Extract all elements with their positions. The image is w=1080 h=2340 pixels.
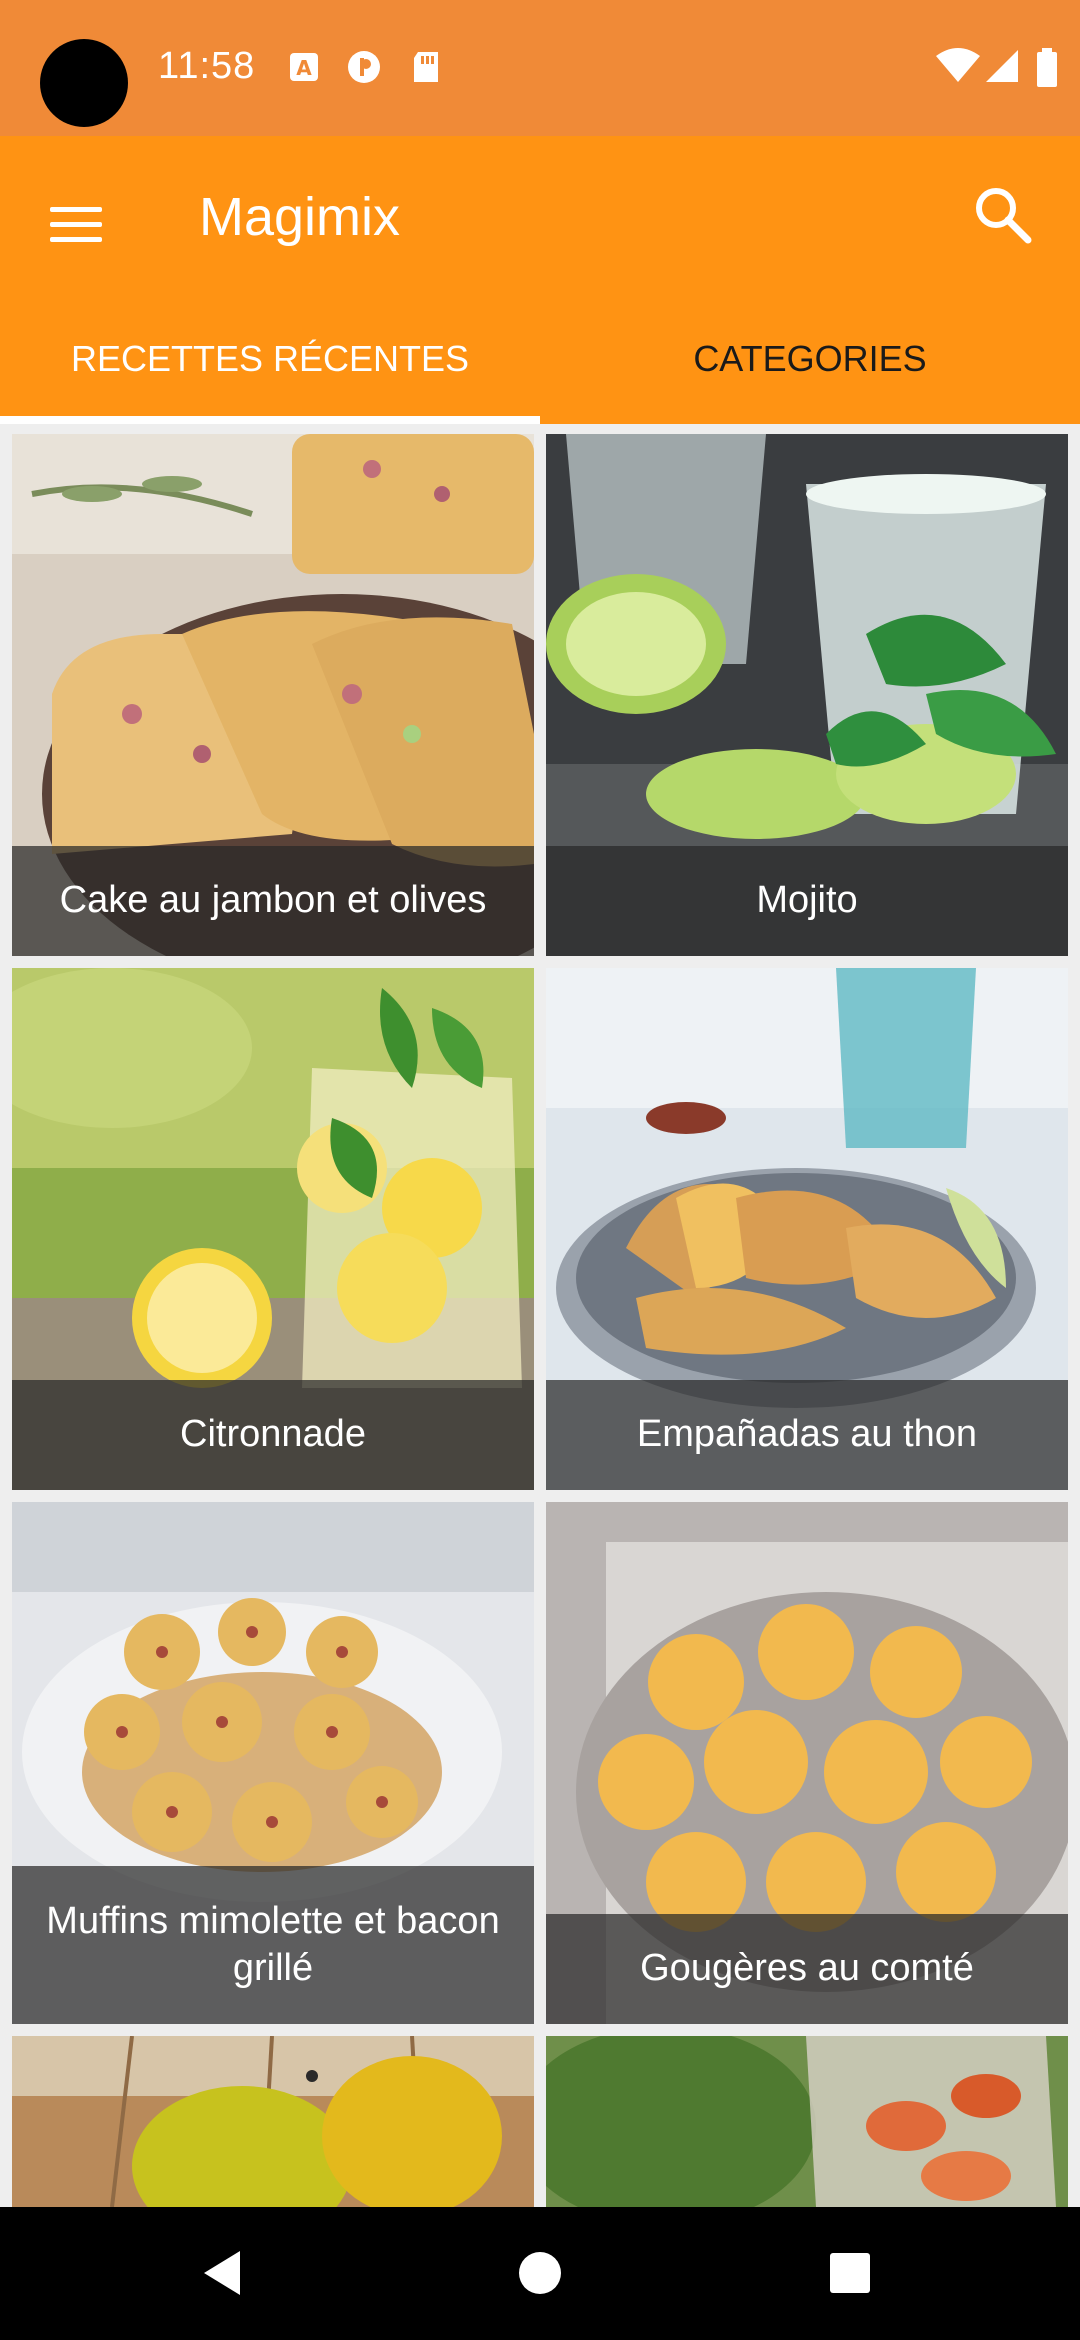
recents-square-icon[interactable]: [820, 2243, 880, 2303]
search-icon[interactable]: [970, 182, 1036, 248]
sd-card-icon: [414, 52, 438, 82]
recipe-title: Citronnade: [12, 1380, 534, 1490]
hamburger-menu-icon[interactable]: [44, 190, 112, 258]
a-box-icon: A: [290, 53, 318, 81]
recipe-card[interactable]: [546, 2036, 1068, 2207]
svg-text:A: A: [296, 56, 312, 80]
circle-p-icon: [348, 51, 380, 83]
tab-recettes-recentes[interactable]: RECETTES RÉCENTES: [0, 294, 540, 424]
recipe-card[interactable]: Mojito: [546, 434, 1068, 956]
status-time: 11:58: [158, 45, 256, 87]
active-tab-indicator: [0, 416, 540, 424]
back-triangle-icon[interactable]: [196, 2243, 256, 2303]
battery-icon: [1037, 48, 1057, 87]
recipe-title: Mojito: [546, 846, 1068, 956]
recipe-card[interactable]: [12, 2036, 534, 2207]
recipe-title: Cake au jambon et olives: [12, 846, 534, 956]
status-bar: 11:58 A: [0, 0, 1080, 136]
tab-label: CATEGORIES: [693, 338, 927, 379]
home-circle-icon[interactable]: [510, 2243, 570, 2303]
recipe-card[interactable]: Muffins mimolette et bacon grillé: [12, 1502, 534, 2024]
recipe-title: Muffins mimolette et bacon grillé: [12, 1866, 534, 2024]
wifi-icon: [936, 48, 980, 82]
tab-bar: RECETTES RÉCENTES CATEGORIES: [0, 294, 1080, 424]
recipe-photo: [546, 2036, 1068, 2207]
app-bar: Magimix RECETTES RÉCENTES CATEGORIES: [0, 136, 1080, 424]
recipe-card[interactable]: Gougères au comté: [546, 1502, 1068, 2024]
cell-signal-icon: [986, 50, 1018, 82]
app-title: Magimix: [199, 187, 401, 247]
recipe-card[interactable]: Cake au jambon et olives: [12, 434, 534, 956]
recipe-photo: [12, 2036, 534, 2207]
tab-categories[interactable]: CATEGORIES: [540, 294, 1080, 424]
tab-label: RECETTES RÉCENTES: [70, 338, 470, 379]
recipe-title: Gougères au comté: [546, 1914, 1068, 2024]
recipe-title: Empañadas au thon: [546, 1380, 1068, 1490]
recipe-card[interactable]: Empañadas au thon: [546, 968, 1068, 1490]
camera-cutout: [40, 39, 128, 127]
system-nav-bar: [0, 2207, 1080, 2340]
recipe-card[interactable]: Citronnade: [12, 968, 534, 1490]
